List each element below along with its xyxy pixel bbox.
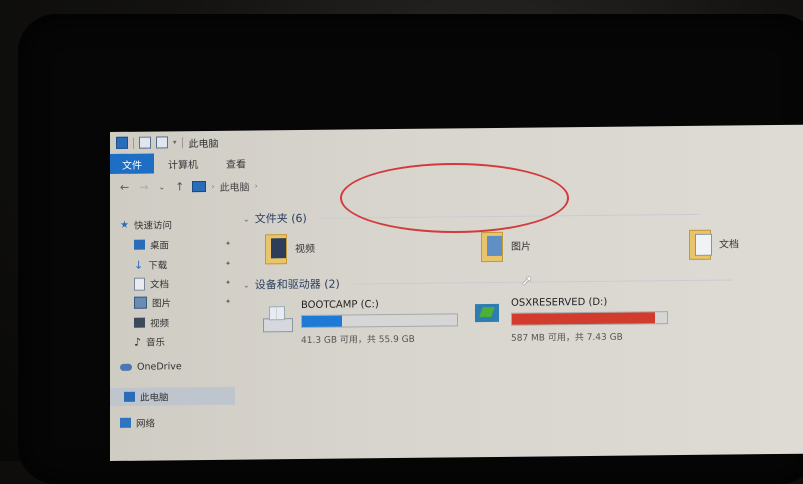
chevron-down-icon: ⌄ bbox=[243, 280, 250, 290]
tab-computer[interactable]: 计算机 bbox=[154, 153, 212, 174]
drive-usage-bar bbox=[301, 313, 458, 328]
desktop-icon bbox=[134, 239, 145, 250]
drive-free-space: 587 MB 可用，共 7.43 GB bbox=[511, 332, 623, 344]
sidebar-item-label: 快速访问 bbox=[133, 220, 172, 232]
divider bbox=[181, 136, 183, 148]
drive-name: BOOTCAMP (C:) bbox=[301, 299, 379, 311]
sidebar-item-label: 音乐 bbox=[146, 337, 166, 349]
sidebar-item-downloads[interactable]: ↓ 下载 ✦ bbox=[134, 257, 235, 272]
quick-access-toolbar: ▾ bbox=[116, 136, 183, 149]
windows-drive-icon bbox=[263, 306, 293, 334]
breadcrumb[interactable]: › 此电脑 › bbox=[192, 178, 258, 194]
sidebar-item-label: 桌面 bbox=[150, 240, 170, 252]
sidebar-item-label: 视频 bbox=[150, 318, 170, 330]
sidebar-item-network[interactable]: 网络 bbox=[120, 415, 235, 430]
window-title: 此电脑 bbox=[188, 138, 219, 150]
sidebar-item-documents[interactable]: 文档 ✦ bbox=[134, 276, 235, 291]
tab-view[interactable]: 查看 bbox=[212, 152, 260, 173]
mouse-cursor-icon: ➚ bbox=[521, 273, 533, 289]
folder-pictures[interactable]: 图片 bbox=[481, 230, 531, 263]
drive-usage-fill bbox=[302, 315, 343, 327]
pin-icon: ✦ bbox=[225, 278, 231, 287]
customize-toolbar-chevron-icon[interactable]: ▾ bbox=[173, 138, 177, 146]
pin-icon: ✦ bbox=[225, 259, 231, 268]
breadcrumb-this-pc[interactable]: 此电脑 bbox=[220, 178, 250, 193]
properties-icon[interactable] bbox=[139, 136, 151, 149]
main-content: ⌄ 文件夹 (6) 视频 图片 文档 ⌄ 设备和驱动器 (2) BOOTCAMP… bbox=[243, 203, 803, 460]
new-folder-icon[interactable] bbox=[156, 136, 168, 149]
group-title: 文件夹 (6) bbox=[254, 211, 307, 226]
drive-d[interactable]: OSXRESERVED (D:) 587 MB 可用，共 7.43 GB bbox=[473, 296, 668, 344]
sidebar-item-label: 网络 bbox=[136, 418, 156, 430]
drives-group-header[interactable]: ⌄ 设备和驱动器 (2) bbox=[243, 271, 733, 292]
sidebar-item-desktop[interactable]: 桌面 ✦ bbox=[134, 237, 235, 252]
osx-drive-icon bbox=[473, 303, 503, 332]
back-button[interactable]: ← bbox=[120, 180, 129, 193]
navigation-buttons: ← → ⌄ ↑ bbox=[120, 180, 184, 194]
star-icon: ★ bbox=[120, 219, 129, 231]
recent-locations-button[interactable]: ⌄ bbox=[158, 182, 165, 191]
videos-icon bbox=[134, 317, 145, 328]
tab-file[interactable]: 文件 bbox=[110, 153, 154, 174]
documents-folder-icon bbox=[689, 228, 712, 260]
computer-icon bbox=[124, 391, 135, 402]
breadcrumb-separator: › bbox=[211, 181, 215, 191]
pictures-icon bbox=[134, 296, 147, 309]
pin-icon: ✦ bbox=[225, 239, 231, 248]
folder-label: 文档 bbox=[719, 238, 739, 251]
drive-free-space: 41.3 GB 可用，共 55.9 GB bbox=[301, 334, 415, 346]
sidebar-item-this-pc[interactable]: 此电脑 bbox=[110, 386, 235, 406]
sidebar-item-videos[interactable]: 视频 bbox=[134, 315, 235, 330]
cloud-icon bbox=[120, 363, 132, 371]
computer-icon bbox=[192, 180, 207, 192]
folder-documents[interactable]: 文档 bbox=[689, 227, 739, 260]
pin-icon: ✦ bbox=[225, 297, 231, 306]
sidebar-item-label: OneDrive bbox=[137, 361, 182, 373]
divider bbox=[352, 278, 733, 284]
sidebar-item-label: 此电脑 bbox=[140, 392, 169, 404]
sidebar-item-label: 图片 bbox=[152, 298, 172, 310]
documents-icon bbox=[134, 277, 145, 291]
breadcrumb-separator: › bbox=[254, 180, 258, 190]
folder-label: 视频 bbox=[295, 243, 315, 255]
drive-usage-fill bbox=[512, 312, 655, 325]
divider bbox=[133, 137, 134, 149]
drive-usage-bar bbox=[511, 311, 668, 326]
drive-name: OSXRESERVED (D:) bbox=[511, 296, 608, 309]
videos-folder-icon bbox=[265, 232, 287, 265]
pictures-folder-icon bbox=[481, 230, 503, 263]
download-icon: ↓ bbox=[134, 258, 144, 272]
network-icon bbox=[120, 417, 131, 428]
sidebar-item-label: 下载 bbox=[148, 260, 168, 272]
sidebar-item-music[interactable]: ♪ 音乐 bbox=[134, 334, 235, 349]
sidebar-item-quick-access[interactable]: ★ 快速访问 bbox=[120, 217, 235, 232]
sidebar-item-pictures[interactable]: 图片 ✦ bbox=[134, 295, 235, 310]
drive-c[interactable]: BOOTCAMP (C:) 41.3 GB 可用，共 55.9 GB bbox=[263, 298, 458, 346]
folder-videos[interactable]: 视频 bbox=[265, 232, 315, 265]
navigation-pane: ★ 快速访问 桌面 ✦ ↓ 下载 ✦ 文档 ✦ 图片 ✦ 视频 ♪ 音乐 One… bbox=[110, 209, 235, 461]
sidebar-item-onedrive[interactable]: OneDrive bbox=[120, 361, 235, 373]
forward-button[interactable]: → bbox=[139, 180, 148, 193]
red-annotation-circle bbox=[340, 163, 569, 233]
chevron-down-icon: ⌄ bbox=[243, 214, 250, 224]
group-title: 设备和驱动器 (2) bbox=[254, 277, 340, 292]
this-pc-icon bbox=[116, 136, 128, 149]
up-button[interactable]: ↑ bbox=[175, 180, 184, 193]
folder-label: 图片 bbox=[511, 241, 531, 253]
sidebar-item-label: 文档 bbox=[150, 279, 170, 291]
music-icon: ♪ bbox=[134, 335, 142, 349]
